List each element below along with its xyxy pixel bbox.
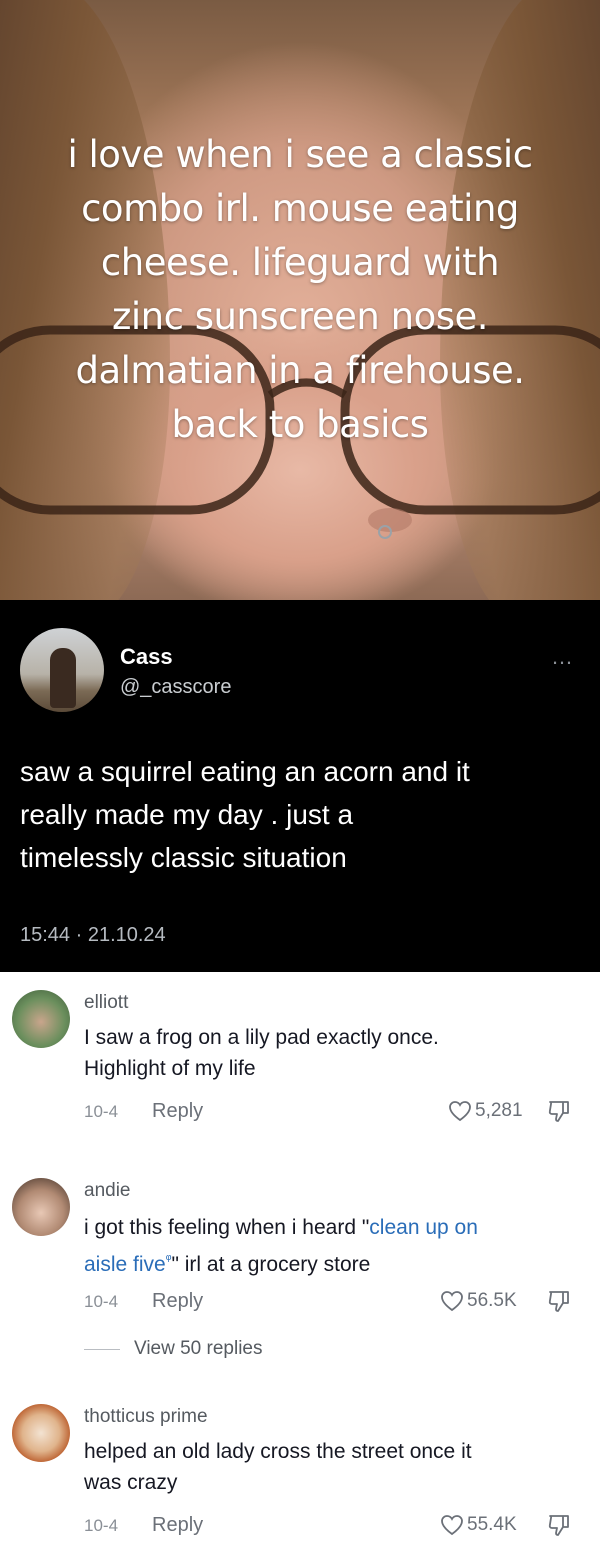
photo-caption: i love when i see a classic combo irl. m… bbox=[30, 128, 570, 452]
comment-text: I saw a frog on a lily pad exactly once.… bbox=[84, 1022, 584, 1084]
thumbs-down-icon[interactable] bbox=[546, 1512, 572, 1538]
heart-outline-icon bbox=[441, 1515, 463, 1536]
like-count: 56.5K bbox=[467, 1290, 517, 1311]
like-button[interactable]: 55.4K bbox=[440, 1514, 517, 1536]
caption-line: dalmatian in a firehouse. bbox=[75, 349, 525, 392]
comment-text-line: I saw a frog on a lily pad exactly once. bbox=[84, 1026, 439, 1049]
caption-line: cheese. lifeguard with bbox=[100, 241, 500, 284]
avatar[interactable] bbox=[20, 628, 104, 712]
tweet-text-line: timelessly classic situation bbox=[20, 842, 347, 873]
tweet-text-line: really made my day . just a bbox=[20, 799, 354, 830]
reply-button[interactable]: Reply bbox=[152, 1290, 203, 1313]
avatar[interactable] bbox=[12, 1178, 70, 1236]
comment-text-line: was crazy bbox=[84, 1471, 178, 1494]
comment-text: helped an old lady cross the street once… bbox=[84, 1436, 584, 1498]
tweet-card: Cass @_casscore … saw a squirrel eating … bbox=[0, 600, 600, 972]
comment-username[interactable]: thotticus prime bbox=[84, 1406, 208, 1428]
search-link[interactable]: clean up on bbox=[369, 1216, 478, 1239]
comment-text-line: helped an old lady cross the street once… bbox=[84, 1440, 472, 1463]
caption-line: back to basics bbox=[171, 403, 429, 446]
like-count: 55.4K bbox=[467, 1514, 517, 1535]
comment-username[interactable]: andie bbox=[84, 1180, 131, 1202]
heart-outline-icon bbox=[449, 1101, 471, 1122]
view-replies-label: View 50 replies bbox=[134, 1338, 263, 1359]
like-count: 5,281 bbox=[475, 1100, 523, 1121]
view-replies-button[interactable]: View 50 replies bbox=[84, 1338, 263, 1360]
reply-button[interactable]: Reply bbox=[152, 1514, 203, 1537]
tweet-author-name[interactable]: Cass bbox=[120, 644, 173, 670]
divider bbox=[84, 1348, 120, 1350]
caption-line: combo irl. mouse eating bbox=[81, 187, 519, 230]
thumbs-down-icon[interactable] bbox=[546, 1098, 572, 1124]
avatar-figure bbox=[50, 648, 76, 708]
comment-text-line: aisle fiveᵠ" irl at a grocery store bbox=[84, 1243, 584, 1280]
comment-date: 10-4 bbox=[84, 1292, 119, 1311]
heart-outline-icon bbox=[441, 1291, 463, 1312]
video-thumbnail-photo[interactable]: i love when i see a classic combo irl. m… bbox=[0, 0, 600, 600]
comment-text-prefix: i got this feeling when i heard " bbox=[84, 1216, 370, 1239]
search-link[interactable]: aisle five bbox=[84, 1253, 166, 1276]
avatar[interactable] bbox=[12, 990, 70, 1048]
reply-button[interactable]: Reply bbox=[152, 1100, 203, 1123]
more-horizontal-icon[interactable]: … bbox=[551, 644, 574, 670]
caption-line: zinc sunscreen nose. bbox=[111, 295, 489, 338]
comment-date: 10-4 bbox=[84, 1102, 119, 1121]
comment-text-suffix: " irl at a grocery store bbox=[171, 1253, 371, 1276]
caption-line: i love when i see a classic bbox=[67, 133, 533, 176]
comment-text-line: Highlight of my life bbox=[84, 1057, 256, 1080]
tweet-author-handle[interactable]: @_casscore bbox=[120, 676, 231, 699]
like-button[interactable]: 5,281 bbox=[448, 1100, 523, 1122]
tweet-timestamp: 15:44 · 21.10.24 bbox=[20, 924, 166, 946]
comment-text-line: i got this feeling when i heard "clean u… bbox=[84, 1212, 584, 1243]
tweet-text: saw a squirrel eating an acorn and it re… bbox=[20, 750, 580, 879]
thumbs-down-icon[interactable] bbox=[546, 1288, 572, 1314]
like-button[interactable]: 56.5K bbox=[440, 1290, 517, 1312]
comment-text: i got this feeling when i heard "clean u… bbox=[84, 1212, 584, 1280]
comment-username[interactable]: elliott bbox=[84, 992, 128, 1014]
tweet-text-line: saw a squirrel eating an acorn and it bbox=[20, 756, 470, 787]
comment-date: 10-4 bbox=[84, 1516, 119, 1535]
avatar[interactable] bbox=[12, 1404, 70, 1462]
